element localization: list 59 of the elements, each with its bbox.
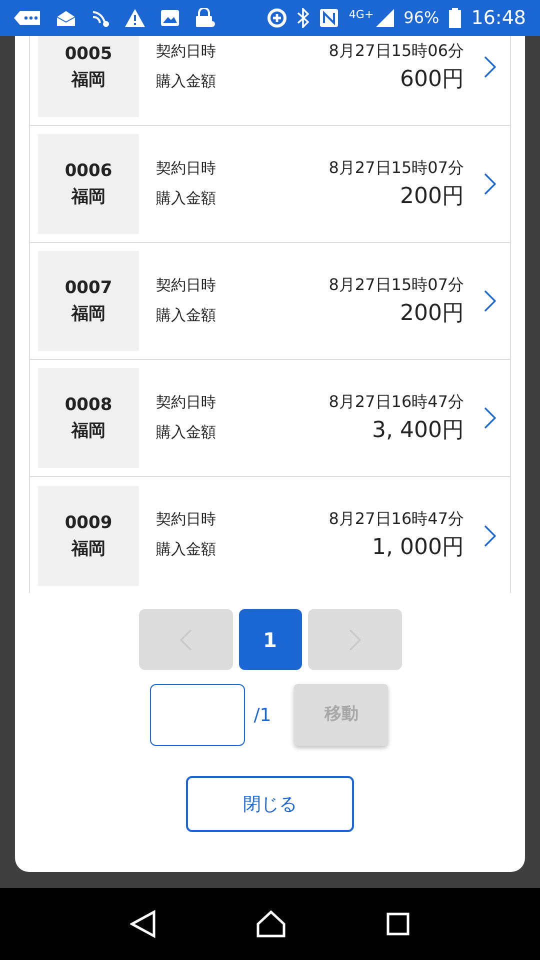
contract-date: 8月27日16時47分 [328, 508, 464, 530]
order-row[interactable]: 0005 福岡 契約日時 8月27日15時06分 購入金額 600円 [30, 36, 510, 126]
mail-icon [56, 9, 76, 27]
chevron-right-icon [484, 290, 496, 312]
order-row[interactable]: 0007 福岡 契約日時 8月27日15時07分 購入金額 200円 [30, 243, 510, 360]
contract-date: 8月27日15時07分 [328, 274, 464, 296]
store-place: 福岡 [72, 420, 106, 443]
signal-icon [376, 9, 394, 27]
order-row[interactable]: 0009 福岡 契約日時 8月27日16時47分 購入金額 1, 000円 [30, 477, 510, 593]
nfc-icon [318, 8, 339, 28]
amount-label: 購入金額 [156, 539, 216, 560]
chevron-right-icon [484, 524, 496, 546]
purchase-amount: 200円 [400, 182, 464, 210]
date-label: 契約日時 [156, 40, 216, 62]
date-label: 契約日時 [156, 158, 216, 178]
image-icon [160, 9, 180, 27]
store-code: 0008 [64, 394, 112, 417]
clock-time: 16:48 [471, 6, 526, 31]
date-label: 契約日時 [156, 392, 216, 412]
contract-date: 8月27日15時06分 [328, 40, 464, 62]
contract-date: 8月27日16時47分 [328, 390, 464, 412]
store-place: 福岡 [72, 538, 106, 560]
close-button[interactable]: 閉じる [186, 776, 354, 832]
amount-label: 購入金額 [156, 188, 216, 208]
lock-icon [194, 8, 216, 28]
store-code: 0007 [64, 277, 112, 300]
bluetooth-icon [296, 8, 309, 28]
date-label: 契約日時 [156, 274, 216, 296]
purchase-amount: 3, 400円 [372, 416, 464, 444]
purchase-amount: 600円 [400, 66, 464, 94]
store-code: 0005 [64, 43, 112, 66]
store-place: 福岡 [72, 186, 106, 209]
store-place: 福岡 [72, 69, 106, 92]
home-icon[interactable] [256, 910, 286, 938]
page-number-field[interactable] [150, 684, 245, 746]
store-code: 0006 [64, 160, 112, 183]
contract-date: 8月27日15時07分 [328, 156, 464, 178]
amount-label: 購入金額 [156, 304, 216, 326]
chevron-right-icon [484, 173, 496, 195]
total-pages: /1 [254, 704, 272, 728]
chevron-right-icon [484, 407, 496, 429]
date-label: 契約日時 [156, 509, 216, 530]
purchase-amount: 1, 000円 [372, 534, 464, 562]
store-code: 0009 [64, 512, 112, 534]
order-row[interactable]: 0008 福岡 契約日時 8月27日16時47分 購入金額 3, 400円 [30, 360, 510, 477]
chat-bubble-icon [14, 9, 42, 27]
chevron-right-icon [484, 56, 496, 78]
network-type-label: 4G+ [348, 9, 374, 20]
back-icon[interactable] [130, 910, 156, 938]
battery-icon [449, 8, 462, 28]
battery-percent: 96% [404, 7, 440, 29]
amount-label: 購入金額 [156, 70, 216, 92]
amount-label: 購入金額 [156, 422, 216, 442]
page-number-button[interactable]: 1 [238, 609, 302, 670]
order-row[interactable]: 0006 福岡 契約日時 8月27日15時07分 購入金額 200円 [30, 126, 510, 243]
warning-icon [124, 8, 146, 28]
recent-apps-icon[interactable] [386, 912, 410, 936]
purchase-amount: 200円 [400, 300, 464, 328]
store-place: 福岡 [72, 303, 106, 326]
